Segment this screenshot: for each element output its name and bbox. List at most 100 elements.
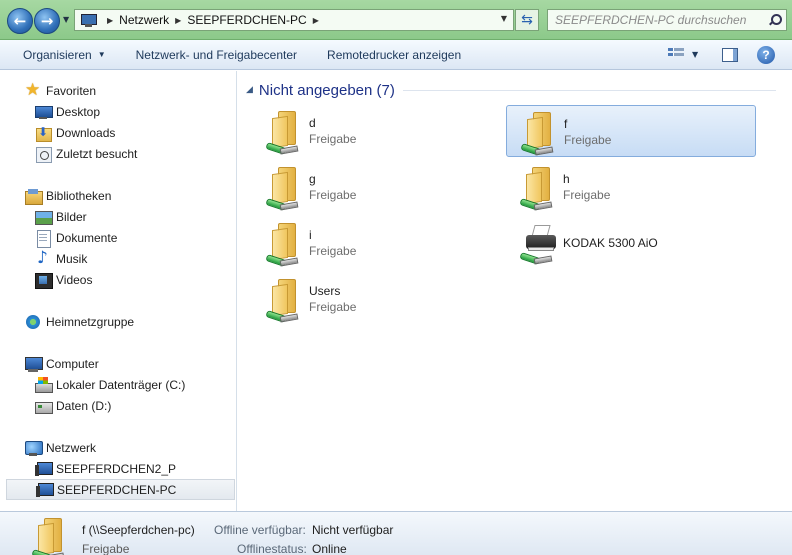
search-box bbox=[547, 9, 787, 31]
organize-label: Organisieren bbox=[23, 47, 92, 62]
chevron-right-icon[interactable]: ▶ bbox=[107, 16, 113, 25]
network-computer-icon bbox=[36, 482, 54, 498]
music-icon bbox=[35, 248, 51, 268]
share-item-d[interactable]: d Freigabe bbox=[252, 105, 502, 157]
details-item-name: f (\\Seepferdchen-pc) bbox=[82, 523, 195, 537]
title-bar: ← → ▼ ▶ Netzwerk ▶ SEEPFERDCHEN-PC ▶ ▼ ⇆ bbox=[0, 0, 792, 40]
desktop-icon bbox=[35, 104, 53, 120]
sidebar-item-documents[interactable]: Dokumente bbox=[0, 227, 237, 248]
view-options-dropdown[interactable]: ▼ bbox=[692, 50, 698, 59]
pictures-icon bbox=[35, 209, 53, 225]
collapse-group-icon[interactable]: ◢ bbox=[246, 85, 253, 95]
star-icon bbox=[25, 80, 41, 100]
network-center-button[interactable]: Netzwerk- und Freigabecenter bbox=[121, 40, 312, 70]
videos-icon bbox=[35, 272, 53, 289]
item-type: Freigabe bbox=[309, 132, 357, 146]
change-view-icon[interactable] bbox=[668, 48, 684, 62]
address-bar[interactable]: ▶ Netzwerk ▶ SEEPFERDCHEN-PC ▶ ▼ bbox=[74, 9, 514, 31]
arrow-left-icon: ← bbox=[13, 12, 27, 30]
offline-available-label: Offline verfügbar: bbox=[214, 523, 306, 537]
chevron-down-icon: ▼ bbox=[63, 15, 70, 24]
group-title: Nicht angegeben (7) bbox=[258, 81, 395, 99]
computer-icon bbox=[25, 356, 43, 372]
file-list[interactable]: ◢ Nicht angegeben (7) d Freigabe f Freig… bbox=[238, 71, 792, 511]
recent-pages-dropdown[interactable]: ▼ bbox=[63, 15, 69, 24]
item-type: Freigabe bbox=[563, 188, 611, 202]
item-name: KODAK 5300 AiO bbox=[563, 236, 658, 250]
shared-folder-icon bbox=[264, 221, 302, 265]
printer-item-kodak[interactable]: KODAK 5300 AiO bbox=[506, 217, 756, 269]
shared-folder-icon bbox=[518, 165, 556, 209]
item-name: d bbox=[309, 116, 316, 130]
group-divider bbox=[402, 89, 776, 91]
chevron-down-icon: ▼ bbox=[97, 50, 106, 59]
documents-icon bbox=[35, 229, 51, 248]
offline-available-value: Nicht verfügbar bbox=[312, 523, 394, 537]
item-type: Freigabe bbox=[309, 300, 357, 314]
preview-pane-icon[interactable] bbox=[722, 48, 738, 62]
network-printer-icon bbox=[518, 223, 558, 263]
network-computer-icon bbox=[35, 461, 53, 477]
share-item-h[interactable]: h Freigabe bbox=[506, 161, 756, 213]
back-button[interactable]: ← bbox=[7, 8, 33, 34]
sidebar-item-downloads[interactable]: Downloads bbox=[0, 122, 237, 143]
sidebar-item-seepferdchen-pc[interactable]: SEEPFERDCHEN-PC bbox=[6, 479, 235, 500]
refresh-icon: ⇆ bbox=[521, 12, 533, 28]
homegroup-icon bbox=[25, 314, 41, 330]
breadcrumb-network[interactable]: Netzwerk bbox=[119, 13, 169, 27]
shared-folder-icon bbox=[264, 109, 302, 153]
search-input[interactable] bbox=[548, 10, 760, 30]
navigation-pane[interactable]: Favoriten Desktop Downloads Zuletzt besu… bbox=[0, 71, 237, 511]
forward-button[interactable]: → bbox=[34, 8, 60, 34]
help-icon[interactable]: ? bbox=[757, 46, 775, 64]
sidebar-item-libraries[interactable]: Bibliotheken bbox=[0, 185, 237, 206]
item-type: Freigabe bbox=[309, 244, 357, 258]
sidebar-item-drive-d[interactable]: Daten (D:) bbox=[0, 395, 237, 416]
shared-folder-icon bbox=[264, 277, 302, 321]
sidebar-item-seepferdchen2[interactable]: SEEPFERDCHEN2_P bbox=[0, 458, 237, 479]
system-drive-icon bbox=[35, 376, 53, 393]
shared-folder-icon bbox=[519, 110, 557, 154]
offline-status-value: Online bbox=[312, 542, 347, 555]
sidebar-item-music[interactable]: Musik bbox=[0, 248, 237, 269]
sidebar-item-desktop[interactable]: Desktop bbox=[0, 101, 237, 122]
sidebar-item-pictures[interactable]: Bilder bbox=[0, 206, 237, 227]
remote-printers-button[interactable]: Remotedrucker anzeigen bbox=[312, 40, 476, 70]
sidebar-item-favorites[interactable]: Favoriten bbox=[0, 80, 237, 101]
sidebar-item-computer[interactable]: Computer bbox=[0, 353, 237, 374]
libraries-icon bbox=[25, 188, 43, 205]
shared-folder-icon bbox=[264, 165, 302, 209]
details-item-type: Freigabe bbox=[82, 542, 130, 555]
address-history-dropdown[interactable]: ▼ bbox=[501, 14, 507, 23]
sidebar-item-drive-c[interactable]: Lokaler Datenträger (C:) bbox=[0, 374, 237, 395]
item-name: h bbox=[563, 172, 570, 186]
share-item-users[interactable]: Users Freigabe bbox=[252, 273, 502, 325]
share-item-g[interactable]: g Freigabe bbox=[252, 161, 502, 213]
item-name: g bbox=[309, 172, 316, 186]
network-icon bbox=[81, 13, 97, 27]
organize-button[interactable]: Organisieren ▼ bbox=[0, 40, 121, 70]
recent-places-icon bbox=[35, 146, 52, 163]
sidebar-item-recent-places[interactable]: Zuletzt besucht bbox=[0, 143, 237, 164]
breadcrumb-computer[interactable]: SEEPFERDCHEN-PC bbox=[187, 13, 306, 27]
downloads-icon bbox=[35, 125, 52, 142]
chevron-right-icon[interactable]: ▶ bbox=[313, 16, 319, 25]
details-pane: f (\\Seepferdchen-pc) Freigabe Offline v… bbox=[0, 511, 792, 555]
network-icon bbox=[25, 440, 43, 456]
share-item-f[interactable]: f Freigabe bbox=[506, 105, 756, 157]
drive-icon bbox=[35, 398, 53, 414]
sidebar-item-homegroup[interactable]: Heimnetzgruppe bbox=[0, 311, 237, 332]
shared-folder-icon bbox=[30, 516, 68, 555]
chevron-down-icon: ▼ bbox=[500, 14, 507, 23]
refresh-button[interactable]: ⇆ bbox=[515, 9, 539, 31]
item-type: Freigabe bbox=[564, 133, 612, 147]
item-name: i bbox=[309, 228, 312, 242]
share-item-i[interactable]: i Freigabe bbox=[252, 217, 502, 269]
group-header[interactable]: ◢ Nicht angegeben (7) bbox=[246, 80, 776, 100]
chevron-right-icon[interactable]: ▶ bbox=[175, 16, 181, 25]
sidebar-item-videos[interactable]: Videos bbox=[0, 269, 237, 290]
sidebar-item-network[interactable]: Netzwerk bbox=[0, 437, 237, 458]
arrow-right-icon: → bbox=[40, 12, 54, 30]
item-type: Freigabe bbox=[309, 188, 357, 202]
search-icon[interactable] bbox=[769, 14, 782, 25]
